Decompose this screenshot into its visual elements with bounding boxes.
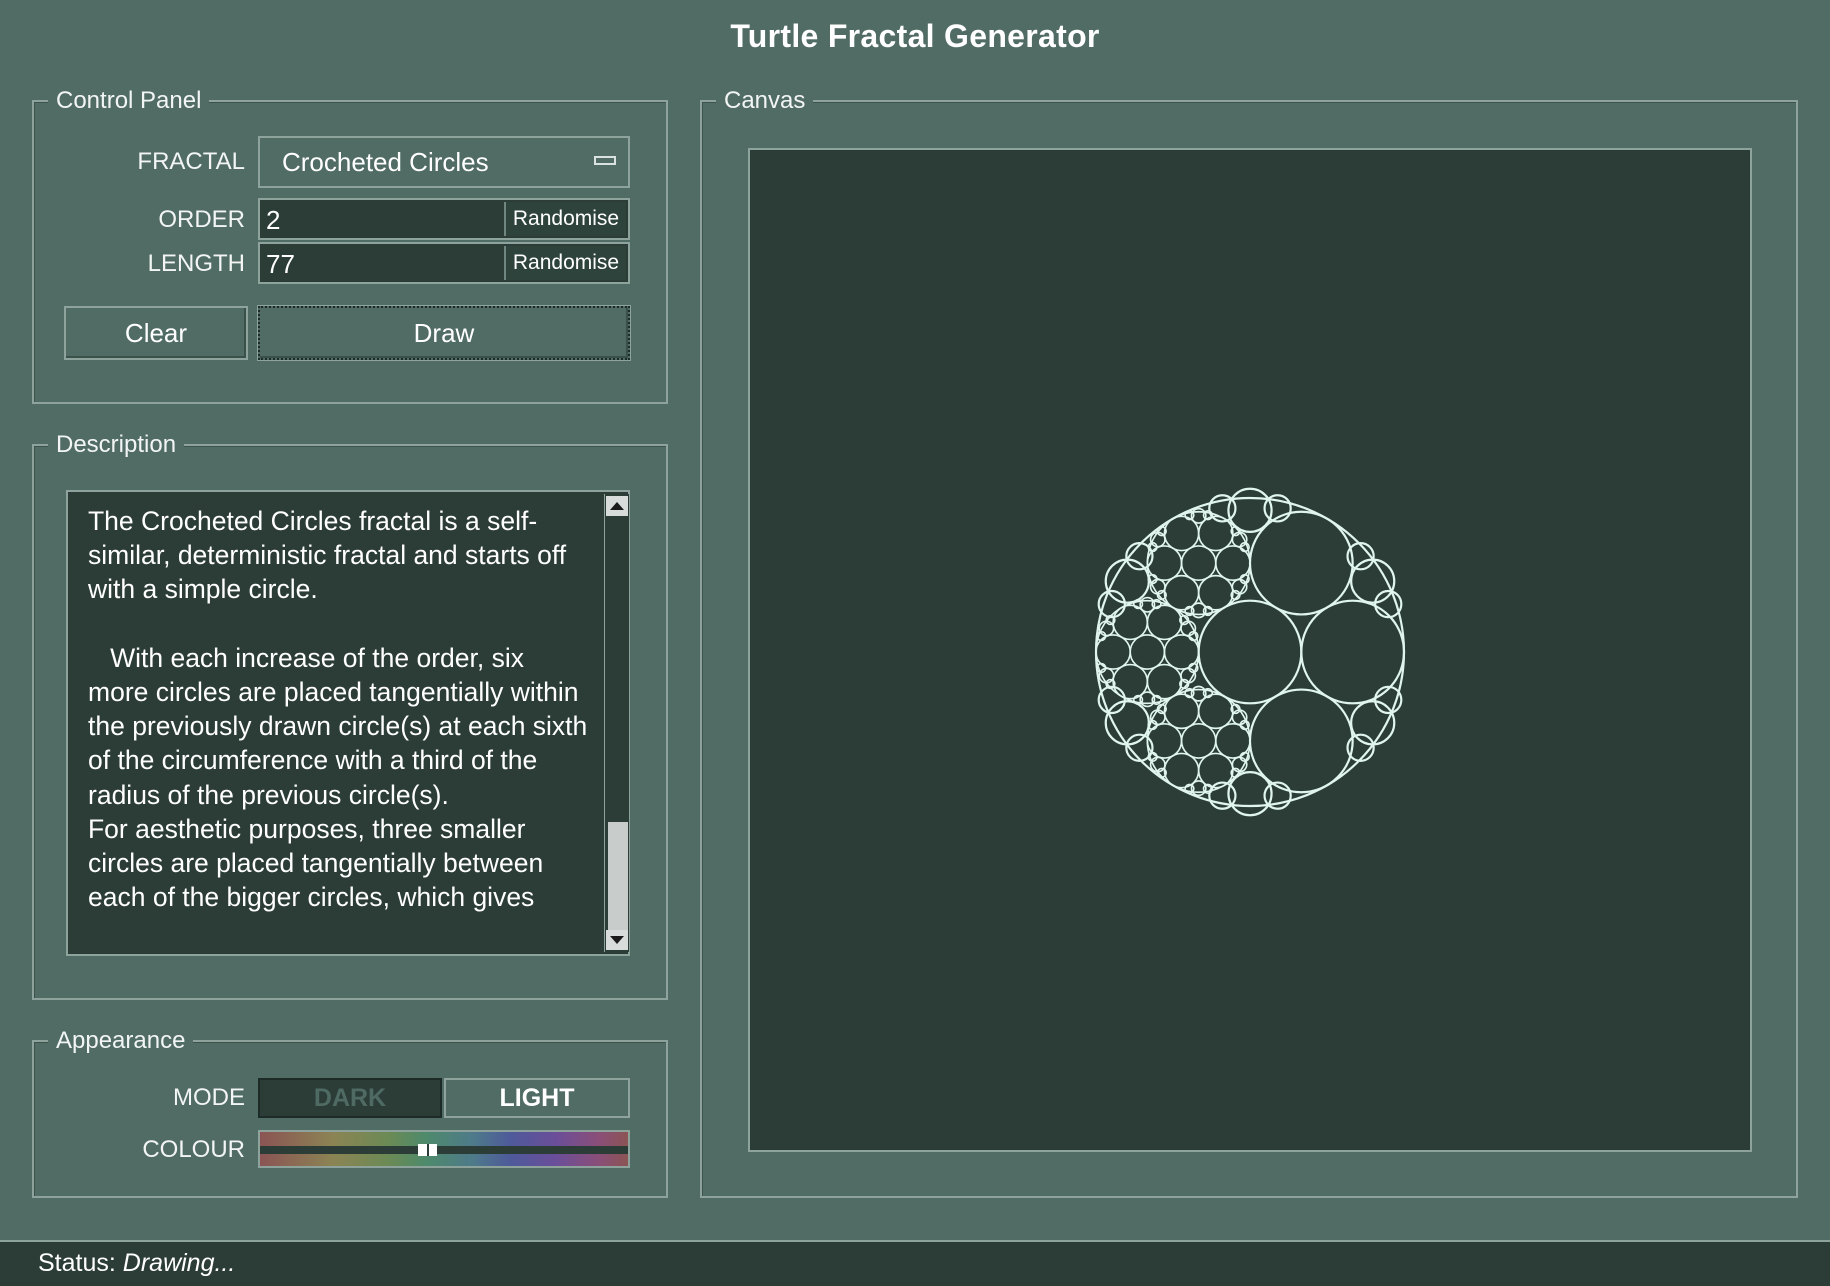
control-panel-legend: Control Panel — [48, 86, 210, 116]
length-randomise-button[interactable]: Randomise — [504, 246, 626, 280]
fractal-circle — [1112, 604, 1149, 641]
fractal-circle — [1163, 693, 1200, 730]
order-label: ORDER — [158, 206, 245, 233]
fractal-circle — [1163, 515, 1200, 552]
order-field: Randomise — [258, 198, 630, 240]
fractal-circle — [1197, 752, 1234, 789]
status-label: Status: — [38, 1249, 116, 1277]
fractal-circle — [1146, 663, 1183, 700]
order-input[interactable] — [266, 204, 496, 236]
fractal-circle — [1095, 634, 1132, 670]
colour-slider-track — [260, 1146, 628, 1154]
clear-button[interactable]: Clear — [64, 306, 248, 360]
fractal-circle — [1180, 545, 1217, 582]
length-label: LENGTH — [147, 250, 245, 277]
fractal-drawing — [1094, 487, 1406, 817]
fractal-circle — [1197, 693, 1234, 730]
scrollbar-thumb[interactable] — [608, 822, 628, 936]
fractal-select[interactable]: Crocheted Circles — [258, 136, 630, 188]
scroll-down-arrow-icon[interactable] — [606, 930, 628, 950]
description-textbox[interactable]: The Crocheted Circles fractal is a self-… — [66, 490, 630, 956]
order-randomise-button[interactable]: Randomise — [504, 202, 626, 236]
fractal-circle — [1146, 604, 1183, 641]
drawing-canvas[interactable] — [748, 148, 1752, 1152]
fractal-circle — [1146, 545, 1183, 582]
appearance-legend: Appearance — [48, 1026, 194, 1056]
fractal-circle — [1248, 688, 1354, 794]
fractal-circle — [1197, 574, 1234, 611]
fractal-circle — [1146, 722, 1183, 759]
fractal-circle — [1214, 545, 1251, 582]
fractal-circle — [1163, 574, 1200, 611]
description-text: The Crocheted Circles fractal is a self-… — [88, 506, 588, 913]
fractal-circle — [1248, 510, 1354, 616]
fractal-circle — [1163, 634, 1200, 670]
status-bar: Status: Drawing... — [0, 1240, 1830, 1286]
draw-button[interactable]: Draw — [257, 305, 631, 361]
scroll-up-arrow-icon[interactable] — [606, 496, 628, 516]
light-mode-button[interactable]: LIGHT — [444, 1078, 630, 1118]
dark-mode-button[interactable]: DARK — [258, 1078, 442, 1118]
fractal-circle — [1214, 722, 1251, 759]
fractal-select-value: Crocheted Circles — [282, 147, 489, 177]
appearance-group: Appearance — [32, 1026, 668, 1198]
fractal-circle — [1197, 599, 1303, 705]
length-field: Randomise — [258, 242, 630, 284]
colour-slider[interactable] — [258, 1130, 630, 1168]
fractal-circle — [1163, 752, 1200, 789]
fractal-circle — [1300, 599, 1406, 705]
colour-slider-handle[interactable] — [418, 1144, 437, 1156]
window-title: Turtle Fractal Generator — [730, 18, 1100, 54]
fractal-circle — [1197, 515, 1234, 552]
fractal-circle — [1112, 663, 1149, 700]
fractal-circle — [1180, 722, 1217, 759]
description-legend: Description — [48, 430, 185, 460]
colour-label: COLOUR — [142, 1136, 245, 1163]
status-value: Drawing... — [122, 1249, 236, 1277]
fractal-circle — [1129, 634, 1166, 670]
dropdown-indicator-icon — [594, 156, 616, 165]
length-input[interactable] — [266, 248, 496, 280]
mode-label: MODE — [173, 1084, 245, 1111]
fractal-label: FRACTAL — [137, 148, 245, 175]
canvas-legend: Canvas — [716, 86, 814, 116]
